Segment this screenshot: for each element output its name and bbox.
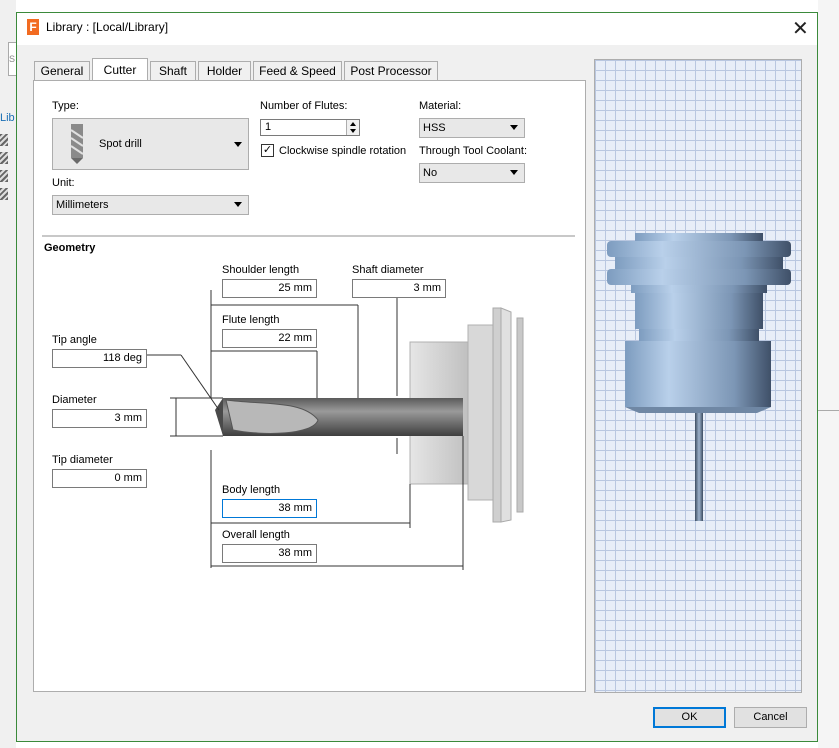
background-tool-icon bbox=[0, 152, 8, 164]
holder-neck bbox=[631, 285, 767, 293]
cancel-button[interactable]: Cancel bbox=[734, 707, 807, 728]
collet-nut-bevel bbox=[625, 407, 771, 413]
body-length-label: Body length bbox=[222, 484, 281, 496]
overall-length-field[interactable]: 38 mm bbox=[222, 544, 317, 563]
diameter-label: Diameter bbox=[52, 394, 97, 406]
tool-holder-3d-render bbox=[607, 233, 791, 521]
tip-angle-field[interactable]: 118 deg bbox=[52, 349, 147, 368]
flutes-label: Number of Flutes: bbox=[260, 100, 348, 112]
coolant-value: No bbox=[423, 167, 438, 179]
background-tool-icon bbox=[0, 170, 8, 182]
chevron-down-icon bbox=[234, 202, 242, 207]
shoulder-length-label: Shoulder length bbox=[222, 264, 300, 276]
background-divider bbox=[818, 410, 839, 411]
chevron-up-icon[interactable] bbox=[350, 122, 356, 126]
background-search-text: S bbox=[9, 54, 16, 64]
overall-length-label: Overall length bbox=[222, 529, 290, 541]
chevron-down-icon bbox=[510, 170, 518, 175]
material-label: Material: bbox=[419, 100, 462, 112]
chevron-down-icon bbox=[234, 142, 242, 147]
app-logo-icon: F bbox=[27, 19, 39, 35]
holder-rim bbox=[500, 307, 512, 523]
tab-post-processor[interactable]: Post Processor bbox=[344, 61, 438, 80]
tip-angle-label: Tip angle bbox=[52, 334, 97, 346]
background-app-right bbox=[818, 0, 839, 748]
holder-step bbox=[639, 329, 759, 341]
chevron-down-icon bbox=[510, 125, 518, 130]
coolant-select[interactable]: No bbox=[419, 163, 525, 183]
flutes-value: 1 bbox=[265, 121, 272, 133]
clockwise-label: Clockwise spindle rotation bbox=[279, 145, 407, 157]
tool-3d-preview[interactable] bbox=[594, 59, 802, 693]
holder-flange bbox=[492, 307, 502, 523]
holder-flange-upper bbox=[607, 241, 791, 257]
holder-collar bbox=[467, 324, 494, 501]
clockwise-checkbox[interactable]: ✓ bbox=[261, 144, 274, 157]
chevron-down-icon[interactable] bbox=[350, 129, 356, 133]
diameter-field[interactable]: 3 mm bbox=[52, 409, 147, 428]
tip-angle-leader bbox=[180, 354, 220, 411]
type-label: Type: bbox=[52, 100, 79, 112]
tab-general[interactable]: General bbox=[34, 61, 90, 80]
holder-body bbox=[635, 293, 763, 329]
type-value: Spot drill bbox=[99, 138, 142, 150]
geometry-separator bbox=[42, 235, 575, 237]
tab-feed-speed[interactable]: Feed & Speed bbox=[253, 61, 342, 80]
holder-flange-lower bbox=[607, 269, 791, 285]
material-select[interactable]: HSS bbox=[419, 118, 525, 138]
collet-nut bbox=[625, 341, 771, 407]
close-icon[interactable]: ✕ bbox=[792, 16, 809, 41]
holder-groove bbox=[615, 257, 783, 269]
unit-value: Millimeters bbox=[56, 199, 109, 211]
material-value: HSS bbox=[423, 122, 446, 134]
flute-length-field[interactable]: 22 mm bbox=[222, 329, 317, 348]
unit-select[interactable]: Millimeters bbox=[52, 195, 249, 215]
shaft-diameter-field[interactable]: 3 mm bbox=[352, 279, 446, 298]
background-library-tab: Lib bbox=[0, 112, 16, 126]
coolant-label: Through Tool Coolant: bbox=[419, 145, 528, 157]
tip-diameter-label: Tip diameter bbox=[52, 454, 113, 466]
spot-drill-icon bbox=[70, 124, 84, 164]
unit-label: Unit: bbox=[52, 177, 75, 189]
background-library-tab-label: Lib bbox=[0, 112, 15, 124]
body-length-field[interactable]: 38 mm bbox=[222, 499, 317, 518]
tab-cutter[interactable]: Cutter bbox=[92, 58, 148, 81]
ok-button[interactable]: OK bbox=[653, 707, 726, 728]
checkmark-icon: ✓ bbox=[262, 144, 273, 156]
tab-holder[interactable]: Holder bbox=[198, 61, 251, 80]
tab-shaft[interactable]: Shaft bbox=[150, 61, 196, 80]
flutes-stepper[interactable] bbox=[346, 120, 359, 135]
spot-drill-stem bbox=[695, 413, 703, 521]
flute-length-label: Flute length bbox=[222, 314, 280, 326]
type-select[interactable]: Spot drill bbox=[52, 118, 249, 170]
shaft-diameter-label: Shaft diameter bbox=[352, 264, 424, 276]
tool-tip bbox=[215, 398, 223, 436]
background-tool-icon bbox=[0, 188, 8, 200]
holder-edge bbox=[516, 317, 524, 513]
flutes-spinbox[interactable]: 1 bbox=[260, 119, 360, 136]
background-tool-icon bbox=[0, 134, 8, 146]
window-title: Library : [Local/Library] bbox=[46, 20, 169, 34]
tip-diameter-field[interactable]: 0 mm bbox=[52, 469, 147, 488]
shoulder-length-field[interactable]: 25 mm bbox=[222, 279, 317, 298]
